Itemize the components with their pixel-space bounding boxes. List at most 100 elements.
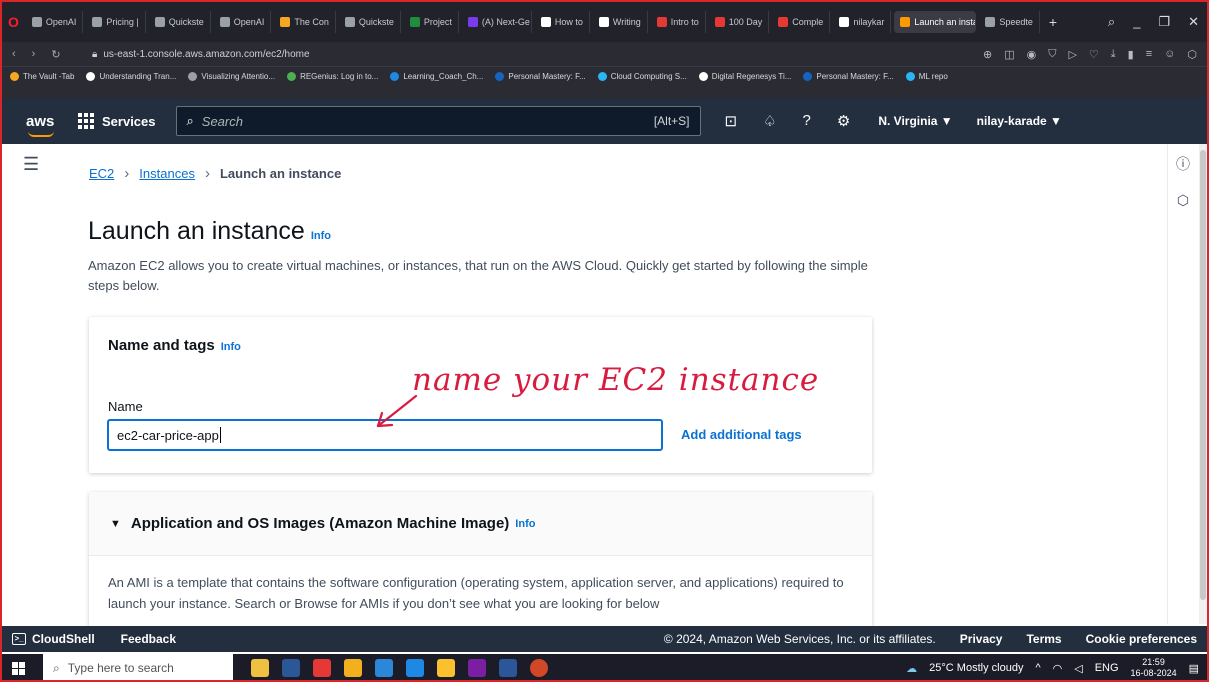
notifications-bell-icon[interactable]: ♤ xyxy=(763,112,776,130)
bookmark-item[interactable]: REGenius: Log in to... xyxy=(287,72,378,81)
breadcrumb-ec2-link[interactable]: EC2 xyxy=(89,166,114,181)
breadcrumb-instances-link[interactable]: Instances xyxy=(139,166,195,181)
browser-tab[interactable]: OpenAI xyxy=(214,11,272,33)
minimize-icon[interactable]: _ xyxy=(1133,14,1140,30)
play-icon[interactable]: ▷ xyxy=(1068,48,1076,61)
aws-footer: >_ CloudShell Feedback © 2024, Amazon We… xyxy=(2,626,1207,652)
opera-app-icon[interactable] xyxy=(313,659,331,677)
shield-icon[interactable]: ⛉ xyxy=(1048,48,1056,61)
download-icon[interactable]: ⤓ xyxy=(1111,48,1116,61)
feedback-link[interactable]: Feedback xyxy=(121,632,176,646)
right-tools-rail: ⓘ ⬡ xyxy=(1167,144,1199,624)
browser-tab[interactable]: Comple xyxy=(772,11,831,33)
teams-app-icon[interactable] xyxy=(468,659,486,677)
page-scrollbar[interactable] xyxy=(1199,144,1207,624)
file-explorer-icon[interactable] xyxy=(344,659,362,677)
bookmark-item[interactable]: The Vault -Tab xyxy=(10,72,74,81)
cloudshell-button[interactable]: >_ CloudShell xyxy=(12,632,95,646)
zoom-icon[interactable]: ⊕ xyxy=(983,48,992,61)
browser-tab[interactable]: Quickste xyxy=(149,11,211,33)
scrollbar-thumb[interactable] xyxy=(1200,150,1206,600)
sidebar-icon[interactable]: ▮ xyxy=(1128,48,1134,61)
region-selector[interactable]: N. Virginia ▼ xyxy=(878,114,952,128)
browser-tab[interactable]: Writing xyxy=(593,11,648,33)
bookmark-item[interactable]: ML repo xyxy=(905,72,948,81)
hamburger-menu-icon[interactable]: ☰ xyxy=(23,154,39,175)
browser-tab[interactable]: Project xyxy=(404,11,459,33)
close-icon[interactable]: ✕ xyxy=(1188,14,1199,30)
ami-info-link[interactable]: Info xyxy=(515,518,535,530)
search-tabs-icon[interactable]: ⌕ xyxy=(1108,14,1115,30)
clock[interactable]: 21:59 16-08-2024 xyxy=(1131,657,1177,679)
browser-tab[interactable]: nilaykar xyxy=(833,11,892,33)
tab-favicon-icon xyxy=(900,17,911,27)
bookmark-item[interactable]: Digital Regenesys Ti... xyxy=(698,72,791,81)
tab-favicon-icon xyxy=(598,17,609,27)
hexagon-tools-icon[interactable]: ⬡ xyxy=(1174,192,1192,210)
services-menu-button[interactable]: Services xyxy=(78,113,156,129)
bookmark-item[interactable]: Cloud Computing S... xyxy=(597,72,687,81)
powerpoint-app-icon[interactable] xyxy=(530,659,548,677)
reload-icon[interactable]: ↻ xyxy=(51,48,60,61)
cookie-preferences-link[interactable]: Cookie preferences xyxy=(1086,632,1197,646)
bookmark-item[interactable]: Understanding Tran... xyxy=(86,72,176,81)
taskbar-search-input[interactable]: ⌕ Type here to search xyxy=(43,654,233,680)
account-menu[interactable]: nilay-karade ▼ xyxy=(977,114,1062,128)
settings-gear-icon[interactable]: ⚙ xyxy=(837,112,850,130)
sticky-notes-icon[interactable] xyxy=(437,659,455,677)
bookmark-item[interactable]: Learning_Coach_Ch... xyxy=(390,72,483,81)
snapshot-icon[interactable]: ◫ xyxy=(1004,48,1014,61)
aws-search-input[interactable]: ⌕ Search [Alt+S] xyxy=(175,106,701,136)
privacy-link[interactable]: Privacy xyxy=(960,632,1003,646)
wifi-icon[interactable]: ◠ xyxy=(1053,662,1063,675)
aws-logo[interactable]: aws xyxy=(26,113,64,137)
task-view-icon[interactable] xyxy=(282,659,300,677)
bookmark-favicon-icon xyxy=(597,72,607,81)
name-tags-info-link[interactable]: Info xyxy=(221,341,241,353)
widgets-app-icon[interactable] xyxy=(251,659,269,677)
weather-text[interactable]: 25°C Mostly cloudy xyxy=(929,662,1023,674)
tab-label: Launch an insta xyxy=(914,17,977,27)
add-additional-tags-link[interactable]: Add additional tags xyxy=(681,427,802,442)
volume-icon[interactable]: ◁ xyxy=(1074,662,1082,675)
help-icon[interactable]: ? xyxy=(803,112,811,130)
back-icon[interactable]: ‹ xyxy=(12,48,16,61)
browser-tab[interactable]: (A) Next-Ge xyxy=(462,11,532,33)
browser-tab[interactable]: 100 Day xyxy=(709,11,770,33)
calculator-app-icon[interactable] xyxy=(375,659,393,677)
browser-tab[interactable]: Quickste xyxy=(339,11,401,33)
forward-icon[interactable]: › xyxy=(32,48,36,61)
chevron-right-icon: › xyxy=(204,165,210,182)
browser-tab[interactable]: OpenAI xyxy=(26,11,84,33)
notifications-icon[interactable]: ▤ xyxy=(1189,662,1199,675)
browser-tab[interactable]: How to xyxy=(535,11,590,33)
title-info-link[interactable]: Info xyxy=(311,230,331,242)
heart-icon[interactable]: ♡ xyxy=(1089,48,1099,61)
browser-tab[interactable]: Speedte xyxy=(979,11,1040,33)
menu-icon[interactable]: ≡ xyxy=(1146,48,1152,61)
photos-app-icon[interactable] xyxy=(406,659,424,677)
browser-tab[interactable]: Intro to xyxy=(651,11,706,33)
profile-icon[interactable]: ☺ xyxy=(1164,48,1175,61)
system-tray: ☁ 25°C Mostly cloudy ^ ◠ ◁ ENG 21:59 16-… xyxy=(906,657,1199,679)
info-panel-icon[interactable]: ⓘ xyxy=(1174,154,1192,172)
bookmark-item[interactable]: Personal Mastery: F... xyxy=(495,72,586,81)
tray-overflow-icon[interactable]: ^ xyxy=(1035,662,1040,674)
browser-tab[interactable]: Pricing | xyxy=(86,11,146,33)
restore-icon[interactable]: ❐ xyxy=(1158,14,1170,30)
windows-start-icon[interactable] xyxy=(12,661,25,675)
bookmark-item[interactable]: Personal Mastery: F... xyxy=(803,72,894,81)
terms-link[interactable]: Terms xyxy=(1026,632,1061,646)
language-indicator[interactable]: ENG xyxy=(1095,662,1119,674)
browser-tab[interactable]: The Con xyxy=(274,11,336,33)
bookmark-item[interactable]: Visualizing Attentio... xyxy=(188,72,275,81)
opera-logo-icon[interactable]: O xyxy=(8,14,19,30)
camera-icon[interactable]: ◉ xyxy=(1027,48,1037,61)
ami-panel-header[interactable]: ▼ Application and OS Images (Amazon Mach… xyxy=(89,492,872,556)
new-tab-icon[interactable]: + xyxy=(1049,14,1057,30)
word-app-icon[interactable] xyxy=(499,659,517,677)
url-field[interactable]: us-east-1.console.aws.amazon.com/ec2/hom… xyxy=(103,49,309,60)
browser-tab[interactable]: Launch an insta xyxy=(894,11,977,33)
extensions-icon[interactable]: ⬡ xyxy=(1187,48,1197,61)
cloudshell-icon[interactable]: ⊡ xyxy=(725,112,738,130)
